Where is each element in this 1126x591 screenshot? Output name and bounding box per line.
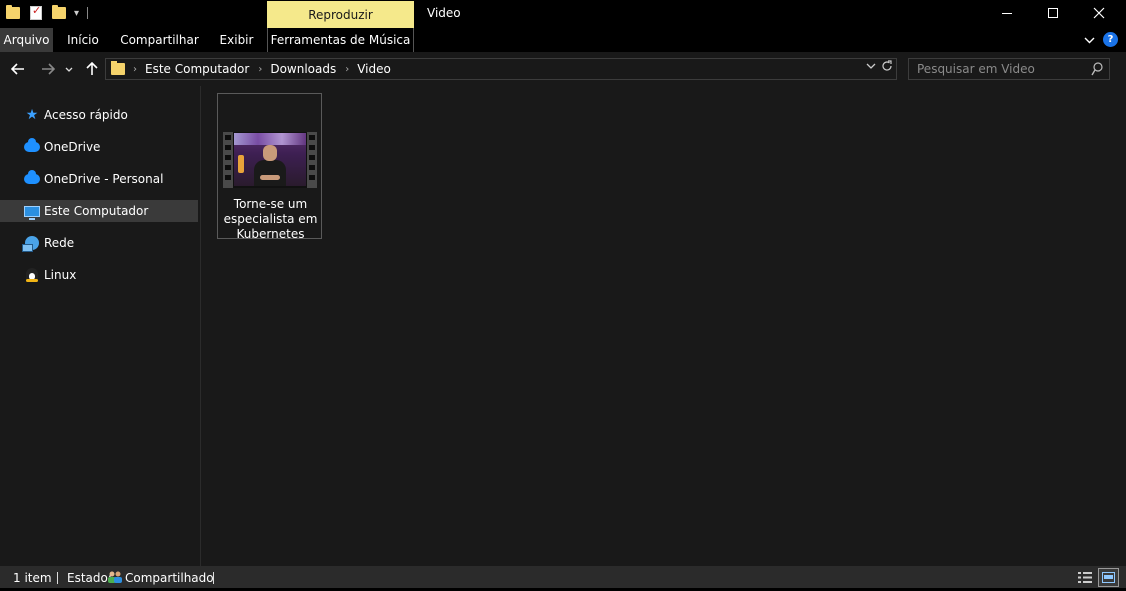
tab-inicio[interactable]: Início	[53, 28, 113, 52]
chevron-right-icon[interactable]: ›	[345, 64, 349, 75]
context-group-label: Reproduzir	[267, 1, 414, 28]
tab-label: Arquivo	[3, 33, 50, 47]
tab-label: Exibir	[219, 33, 254, 47]
search-placeholder: Pesquisar em Video	[917, 62, 1035, 76]
file-name: Torne-se um especialista em Kubernetes	[223, 197, 318, 241]
properties-icon[interactable]	[30, 4, 42, 20]
maximize-button[interactable]	[1030, 0, 1076, 26]
arrow-right-icon	[42, 63, 55, 75]
close-icon	[1093, 7, 1105, 19]
file-list[interactable]: Torne-se um especialista em Kubernetes	[202, 86, 1126, 566]
folder-icon	[111, 61, 125, 75]
video-frame	[234, 133, 306, 186]
item-count: 1 item	[13, 571, 52, 585]
video-thumbnail	[223, 132, 317, 188]
shared-users-icon	[108, 571, 122, 583]
tab-exibir[interactable]: Exibir	[206, 28, 267, 52]
status-divider	[57, 572, 58, 584]
quick-access-toolbar: ▾	[6, 4, 89, 22]
address-bar[interactable]: › Este Computador › Downloads › Video	[105, 58, 897, 80]
tab-label: Compartilhar	[120, 33, 199, 47]
sidebar-item-label: Linux	[44, 268, 77, 282]
cloud-icon	[24, 138, 40, 154]
toolbar-divider	[87, 7, 89, 19]
chevron-down-icon	[65, 67, 73, 72]
film-strip	[223, 132, 233, 188]
expand-ribbon-button[interactable]	[1082, 31, 1096, 49]
tab-label: Início	[67, 33, 99, 47]
forward-button[interactable]	[38, 59, 58, 79]
breadcrumb-video[interactable]: Video	[357, 62, 391, 76]
refresh-icon	[882, 60, 892, 71]
title-bar: ▾ Reproduzir Video	[0, 0, 1126, 28]
navigation-pane: ★ Acesso rápido OneDrive OneDrive - Pers…	[0, 86, 201, 566]
breadcrumb-downloads[interactable]: Downloads	[270, 62, 336, 76]
ribbon-tabs: Arquivo Início Compartilhar Exibir Ferra…	[0, 28, 1126, 52]
search-input[interactable]: Pesquisar em Video	[908, 58, 1110, 80]
tab-compartilhar[interactable]: Compartilhar	[113, 28, 206, 52]
window-title: Video	[427, 6, 461, 20]
sidebar-item-onedrive-personal[interactable]: OneDrive - Personal	[0, 168, 198, 190]
file-item[interactable]: Torne-se um especialista em Kubernetes	[217, 93, 322, 241]
arrow-up-icon	[86, 62, 98, 75]
tab-ferramentas-de-musica[interactable]: Ferramentas de Música	[267, 28, 414, 52]
maximize-icon	[1048, 8, 1058, 18]
star-icon: ★	[25, 107, 39, 123]
chevron-down-icon	[1084, 37, 1094, 43]
computer-icon	[24, 204, 40, 220]
sidebar-item-onedrive[interactable]: OneDrive	[0, 136, 198, 158]
state-label: Estado:	[67, 571, 112, 585]
back-button[interactable]	[8, 59, 28, 79]
sidebar-item-label: Acesso rápido	[44, 108, 128, 122]
cloud-icon	[24, 170, 40, 186]
breadcrumb-este-computador[interactable]: Este Computador	[145, 62, 249, 76]
details-view-icon[interactable]	[1077, 570, 1093, 585]
customize-dropdown-icon[interactable]: ▾	[74, 8, 79, 19]
refresh-button[interactable]	[881, 60, 893, 76]
sidebar-item-label: Rede	[44, 236, 75, 250]
navigation-bar: › Este Computador › Downloads › Video Pe…	[0, 52, 1126, 86]
network-icon	[22, 236, 40, 252]
tab-arquivo[interactable]: Arquivo	[0, 28, 53, 52]
tab-label: Ferramentas de Música	[270, 33, 411, 47]
help-button[interactable]: ?	[1103, 32, 1118, 47]
status-divider	[213, 572, 214, 584]
arrow-left-icon	[11, 63, 24, 75]
film-strip	[307, 132, 317, 188]
linux-icon	[24, 268, 40, 282]
sidebar-item-rede[interactable]: Rede	[0, 232, 198, 254]
close-button[interactable]	[1076, 0, 1122, 26]
chevron-down-icon	[866, 63, 876, 69]
sidebar-item-label: OneDrive	[44, 140, 101, 154]
folder-icon[interactable]	[6, 5, 20, 19]
new-folder-icon[interactable]	[52, 5, 66, 19]
state-value: Compartilhado	[125, 571, 214, 585]
up-button[interactable]	[82, 59, 102, 79]
sidebar-item-linux[interactable]: Linux	[0, 264, 198, 286]
sidebar-item-este-computador[interactable]: Este Computador	[0, 200, 198, 222]
large-icons-view-button[interactable]	[1098, 568, 1119, 587]
help-icon: ?	[1107, 34, 1114, 45]
search-icon	[1091, 62, 1103, 76]
large-icons-view-icon	[1102, 572, 1115, 583]
chevron-right-icon[interactable]: ›	[258, 64, 262, 75]
sidebar-item-label: Este Computador	[44, 204, 149, 218]
sidebar-item-label: OneDrive - Personal	[44, 172, 164, 186]
recent-locations-button[interactable]	[62, 59, 76, 79]
chevron-right-icon: ›	[133, 63, 137, 75]
sidebar-item-acesso-rapido[interactable]: ★ Acesso rápido	[0, 104, 198, 126]
address-history-button[interactable]	[866, 61, 876, 72]
minimize-icon	[1002, 12, 1012, 14]
minimize-button[interactable]	[984, 0, 1030, 26]
